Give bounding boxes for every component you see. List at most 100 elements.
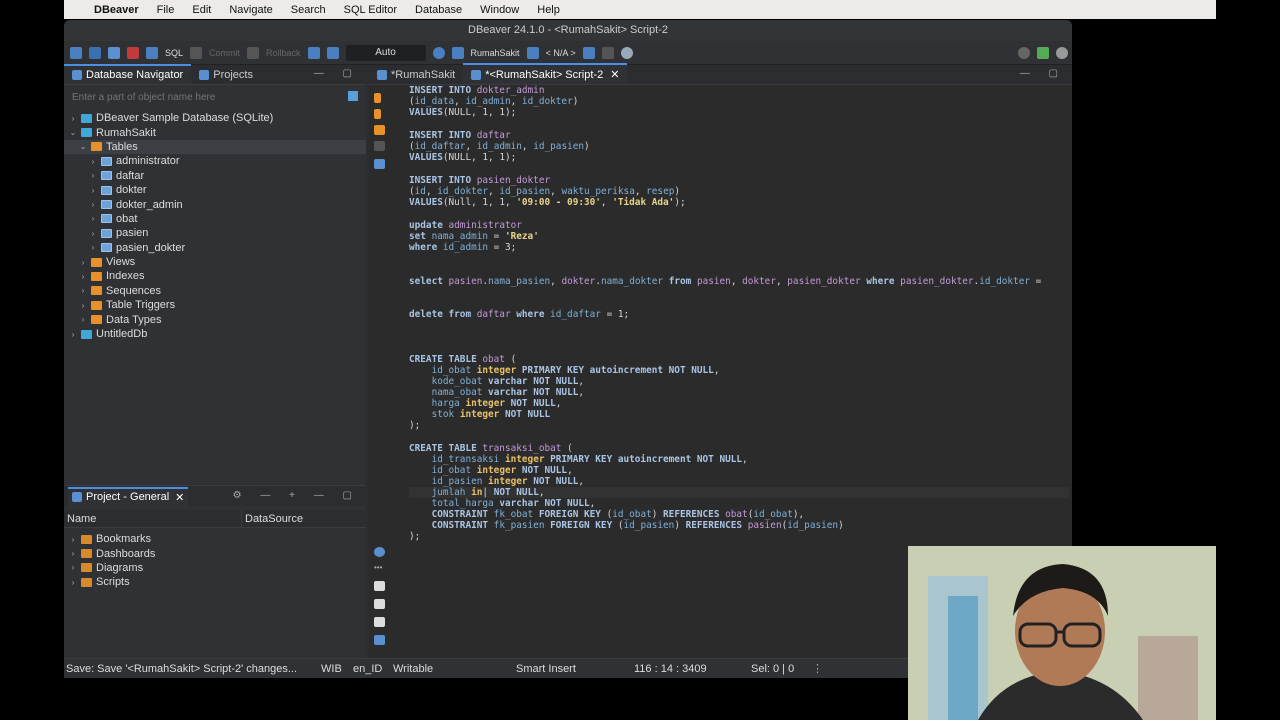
navigator-tree-item[interactable]: › daftar xyxy=(64,169,366,183)
code-line[interactable]: INSERT INTO dokter_admin xyxy=(409,85,544,96)
rollback-button[interactable]: Rollback xyxy=(266,48,301,58)
perspective-icon[interactable] xyxy=(1037,46,1049,59)
tab-database-navigator[interactable]: Database Navigator xyxy=(64,64,192,84)
code-line[interactable]: CONSTRAINT fk_pasien FOREIGN KEY (id_pas… xyxy=(409,520,844,531)
menu-window[interactable]: Window xyxy=(480,4,519,16)
lock-icon[interactable] xyxy=(326,46,339,59)
close-icon[interactable]: ✕ xyxy=(610,68,619,81)
chevron-right-icon[interactable]: › xyxy=(88,243,98,252)
chevron-right-icon[interactable]: › xyxy=(68,535,78,544)
active-connection-select[interactable]: RumahSakit xyxy=(471,48,520,58)
navigator-toolbar-icons[interactable] xyxy=(296,71,356,81)
navigator-tree-item[interactable]: › Sequences xyxy=(64,284,366,298)
chevron-right-icon[interactable]: › xyxy=(78,286,88,295)
code-line[interactable]: VALUES(NULL, 1, 1); xyxy=(409,152,516,163)
code-line[interactable]: select pasien.nama_pasien, dokter.nama_d… xyxy=(409,276,1041,287)
code-line[interactable]: total_harga varchar NOT NULL, xyxy=(409,498,596,509)
commit-button[interactable]: Commit xyxy=(209,48,240,58)
menu-sql-editor[interactable]: SQL Editor xyxy=(344,4,397,16)
code-line[interactable]: (id_daftar, id_admin, id_pasien) xyxy=(409,141,590,152)
menu-database[interactable]: Database xyxy=(415,4,462,16)
active-schema-select[interactable]: < N/A > xyxy=(546,48,576,58)
more-icon[interactable]: ⋮ xyxy=(812,662,823,675)
code-line[interactable]: jumlah in| NOT NULL, xyxy=(409,487,545,498)
navigator-tree-item[interactable]: › dokter_admin xyxy=(64,197,366,211)
chevron-right-icon[interactable]: › xyxy=(78,315,88,324)
tab-project-general[interactable]: Project - General ✕ xyxy=(68,486,189,506)
navigator-tree-item[interactable]: › pasien xyxy=(64,226,366,240)
tab-rumahsakit[interactable]: *RumahSakit xyxy=(369,66,463,84)
navigator-tree-item[interactable]: › obat xyxy=(64,212,366,226)
navigator-tree-item[interactable]: › Table Triggers xyxy=(64,298,366,312)
import-icon[interactable] xyxy=(374,617,385,627)
chevron-right-icon[interactable]: › xyxy=(88,200,98,209)
search-icon[interactable] xyxy=(1018,46,1030,59)
code-line[interactable]: ); xyxy=(409,531,420,542)
new-connection-icon[interactable] xyxy=(70,46,82,59)
load-plan-icon[interactable] xyxy=(374,141,385,151)
execute-statement-icon[interactable] xyxy=(374,93,381,103)
chevron-right-icon[interactable]: › xyxy=(68,578,78,587)
code-line[interactable]: set nama_admin = 'Reza' xyxy=(409,231,539,242)
filter-icon[interactable] xyxy=(348,91,358,101)
code-line[interactable]: stok integer NOT NULL xyxy=(409,409,551,420)
code-line[interactable]: CREATE TABLE transaksi_obat ( xyxy=(409,443,573,454)
sql-editor-icon[interactable] xyxy=(146,46,158,59)
code-line[interactable]: harga integer NOT NULL, xyxy=(409,398,562,409)
chevron-right-icon[interactable]: › xyxy=(88,229,98,238)
chevron-right-icon[interactable]: › xyxy=(78,258,88,267)
code-line[interactable]: VALUES(Null, 1, 1, '09:00 - 09:30', 'Tid… xyxy=(409,197,686,208)
chevron-right-icon[interactable]: › xyxy=(68,114,78,123)
chevron-right-icon[interactable]: › xyxy=(88,214,98,223)
clock-icon[interactable] xyxy=(432,46,445,59)
panel-icon[interactable] xyxy=(601,46,614,59)
outline-icon[interactable] xyxy=(374,635,385,645)
settings-icon[interactable] xyxy=(374,547,385,557)
navigator-tree-item[interactable]: › pasien_dokter xyxy=(64,241,366,255)
navigator-tree-item[interactable]: › dokter xyxy=(64,183,366,197)
navigator-tree-item[interactable]: › UntitledDb xyxy=(64,327,366,341)
chevron-right-icon[interactable]: › xyxy=(68,330,78,339)
tips-icon[interactable] xyxy=(620,46,633,59)
code-line[interactable]: update administrator xyxy=(409,220,522,231)
chevron-right-icon[interactable]: › xyxy=(88,157,98,166)
chevron-right-icon[interactable]: › xyxy=(88,171,98,180)
connect-icon[interactable] xyxy=(89,46,101,59)
code-line[interactable]: id_pasien integer NOT NULL, xyxy=(409,476,584,487)
chevron-right-icon[interactable]: › xyxy=(68,549,78,558)
code-line[interactable]: ); xyxy=(409,420,420,431)
project-tree-item[interactable]: › Scripts xyxy=(64,575,366,589)
project-toolbar-icons[interactable]: ⚙ — + — ▢ xyxy=(233,490,360,501)
code-line[interactable]: nama_obat varchar NOT NULL, xyxy=(409,387,584,398)
project-tree-item[interactable]: › Diagrams xyxy=(64,561,366,575)
stop-icon[interactable] xyxy=(127,46,139,59)
column-name[interactable]: Name xyxy=(64,510,242,527)
chevron-right-icon[interactable]: › xyxy=(68,563,78,572)
code-line[interactable]: INSERT INTO daftar xyxy=(409,130,511,141)
navigator-tree-item[interactable]: › Views xyxy=(64,255,366,269)
navigator-tree-item[interactable]: › administrator xyxy=(64,154,366,168)
code-line[interactable]: id_obat integer NOT NULL, xyxy=(409,465,573,476)
menu-navigate[interactable]: Navigate xyxy=(229,4,272,16)
project-tree-item[interactable]: › Bookmarks xyxy=(64,532,366,546)
code-line[interactable]: (id, id_dokter, id_pasien, waktu_periksa… xyxy=(409,186,680,197)
document-icon[interactable] xyxy=(374,581,385,591)
navigator-tree-item[interactable]: ⌄ RumahSakit xyxy=(64,125,366,139)
navigator-tree-item[interactable]: › Indexes xyxy=(64,269,366,283)
menu-edit[interactable]: Edit xyxy=(192,4,211,16)
navigator-tree-item[interactable]: ⌄ Tables xyxy=(64,139,366,155)
menu-search[interactable]: Search xyxy=(291,4,326,16)
project-tree-item[interactable]: › Dashboards xyxy=(64,546,366,560)
column-datasource[interactable]: DataSource xyxy=(242,510,303,527)
menu-app-name[interactable]: DBeaver xyxy=(94,4,139,16)
terminal-icon[interactable] xyxy=(374,159,385,169)
chevron-right-icon[interactable]: › xyxy=(78,301,88,310)
sql-button[interactable]: SQL xyxy=(165,48,183,58)
code-line[interactable]: where id_admin = 3; xyxy=(409,242,516,253)
code-line[interactable]: delete from daftar where id_daftar = 1; xyxy=(409,309,629,320)
explain-plan-icon[interactable] xyxy=(374,125,385,135)
code-line[interactable]: INSERT INTO pasien_dokter xyxy=(409,175,550,186)
minimize-maximize-icon[interactable]: — ▢ xyxy=(1020,68,1066,79)
menu-help[interactable]: Help xyxy=(537,4,560,16)
tab-script-2[interactable]: *<RumahSakit> Script-2 ✕ xyxy=(463,63,628,84)
